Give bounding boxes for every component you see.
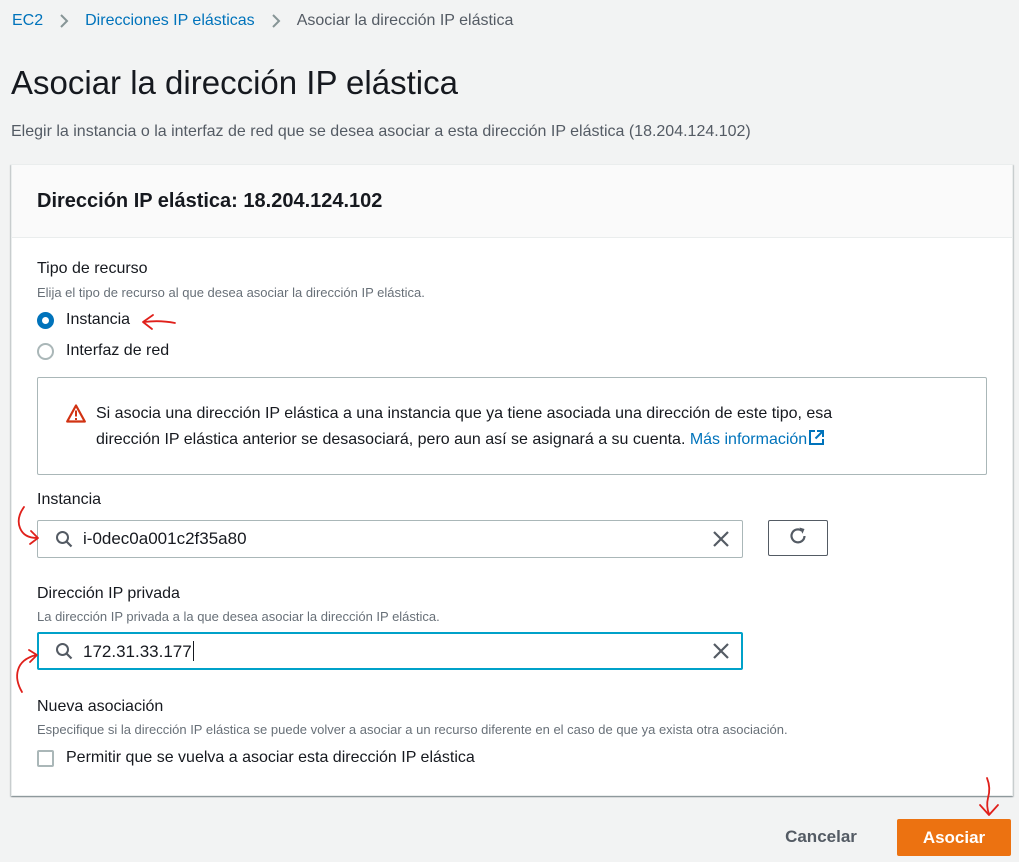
breadcrumb-ec2[interactable]: EC2: [12, 12, 43, 30]
private-ip-search-input[interactable]: 172.31.33.177: [37, 632, 743, 670]
cancel-button[interactable]: Cancelar: [770, 819, 872, 855]
breadcrumb: EC2 Direcciones IP elásticas Asociar la …: [12, 10, 513, 32]
radio-instance-control[interactable]: [37, 311, 54, 329]
search-icon: [55, 642, 73, 660]
page-description: Elegir la instancia o la interfaz de red…: [11, 123, 751, 140]
reassociation-checkbox-row[interactable]: Permitir que se vuelva a asociar esta di…: [37, 749, 475, 767]
learn-more-label: Más información: [689, 431, 808, 448]
breadcrumb-current: Asociar la dirección IP elástica: [296, 12, 514, 29]
radio-instance[interactable]: Instancia: [37, 311, 130, 329]
page-title: Asociar la dirección IP elástica: [11, 64, 458, 101]
panel-title: Dirección IP elástica: 18.204.124.102: [37, 189, 383, 212]
radio-network-interface[interactable]: Interfaz de red: [37, 342, 169, 360]
refresh-button[interactable]: [768, 520, 828, 556]
alert-text: Si asocia una dirección IP elástica a un…: [96, 401, 966, 455]
instance-value: i-0dec0a001c2f35a80: [83, 529, 247, 548]
private-ip-value-wrap: 172.31.33.177: [83, 640, 712, 662]
resource-type-label: Tipo de recurso: [37, 260, 148, 277]
association-panel: Dirección IP elástica: 18.204.124.102 Ti…: [11, 164, 1013, 796]
instance-label: Instancia: [37, 491, 102, 508]
alert-text-line2: dirección IP elástica anterior se desaso…: [96, 431, 690, 448]
warning-alert: Si asocia una dirección IP elástica a un…: [37, 377, 987, 475]
radio-network-interface-label: Interfaz de red: [66, 342, 170, 359]
private-ip-value: 172.31.33.177: [83, 641, 192, 661]
clear-icon[interactable]: [712, 530, 730, 548]
learn-more-link[interactable]: Más información: [689, 430, 825, 448]
alert-text-line1: Si asocia una dirección IP elástica a un…: [96, 405, 833, 422]
chevron-right-icon: [59, 13, 69, 29]
warning-icon: [66, 404, 86, 428]
reassociation-label: Nueva asociación: [37, 698, 164, 715]
private-ip-label: Dirección IP privada: [37, 585, 180, 602]
chevron-right-icon: [271, 13, 281, 29]
instance-search-input[interactable]: i-0dec0a001c2f35a80: [37, 520, 743, 558]
radio-instance-label: Instancia: [66, 311, 131, 328]
breadcrumb-elastic-ips[interactable]: Direcciones IP elásticas: [85, 12, 255, 30]
resource-type-description: Elija el tipo de recurso al que desea as…: [37, 285, 425, 300]
reassociation-description: Especifique si la dirección IP elástica …: [37, 722, 788, 737]
external-link-icon: [808, 429, 825, 455]
reassociation-checkbox[interactable]: [37, 749, 54, 767]
text-caret: [192, 640, 194, 661]
refresh-icon: [787, 525, 809, 552]
panel-header: Dirección IP elástica: 18.204.124.102: [12, 165, 1012, 238]
radio-network-interface-control[interactable]: [37, 342, 54, 360]
clear-icon[interactable]: [712, 642, 730, 660]
private-ip-description: La dirección IP privada a la que desea a…: [37, 609, 440, 624]
search-icon: [55, 530, 73, 548]
reassociation-checkbox-label: Permitir que se vuelva a asociar esta di…: [66, 749, 475, 766]
associate-button[interactable]: Asociar: [897, 819, 1011, 856]
